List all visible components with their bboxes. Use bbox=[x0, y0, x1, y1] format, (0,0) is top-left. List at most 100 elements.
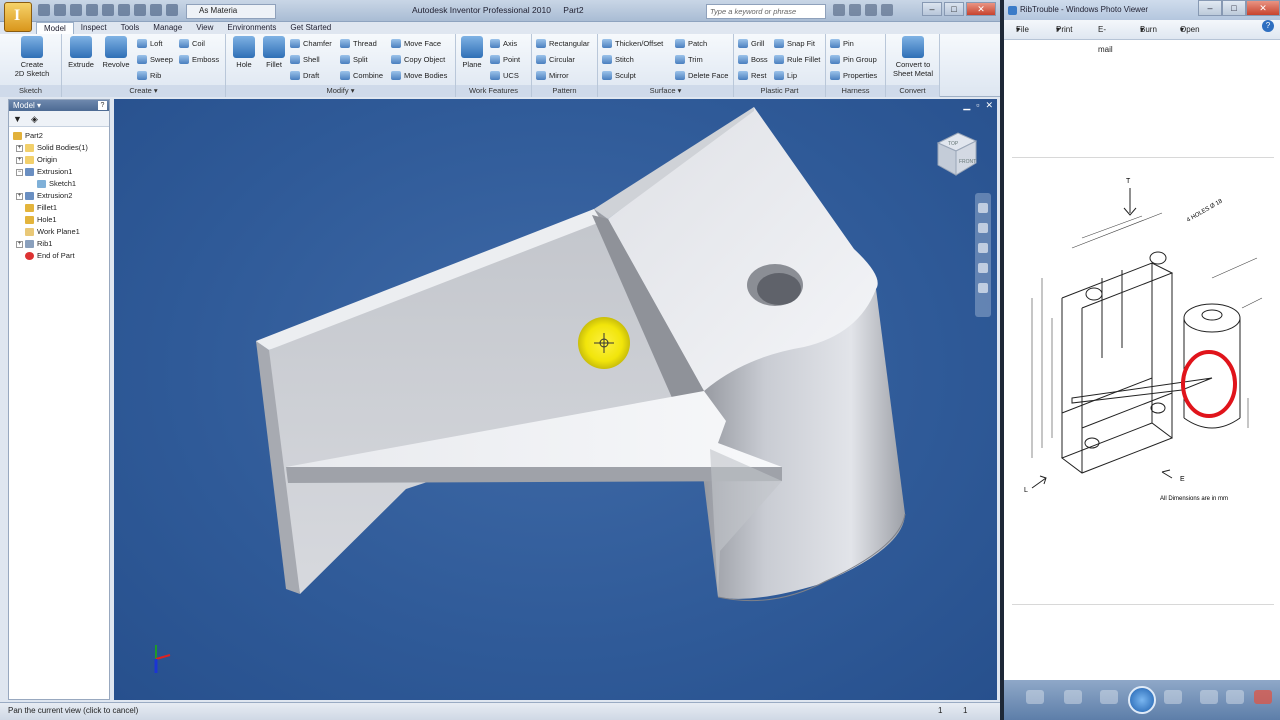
snap-fit-button[interactable]: Snap Fit bbox=[774, 38, 815, 49]
revolve-button[interactable]: Revolve bbox=[100, 36, 132, 69]
home-icon[interactable] bbox=[118, 4, 130, 16]
tree-item[interactable]: + Rib1 bbox=[9, 238, 109, 250]
zoom-icon[interactable] bbox=[1026, 690, 1044, 704]
help-search-input[interactable]: Type a keyword or phrase bbox=[706, 4, 826, 19]
properties-button[interactable]: Properties bbox=[830, 70, 877, 81]
undo-icon[interactable] bbox=[86, 4, 98, 16]
grill-button[interactable]: Grill bbox=[738, 38, 764, 49]
surface-panel-label[interactable]: Surface ▾ bbox=[598, 85, 733, 97]
thread-button[interactable]: Thread bbox=[340, 38, 377, 49]
pv-minimize-button[interactable]: – bbox=[1198, 0, 1222, 16]
pv-maximize-button[interactable]: □ bbox=[1222, 0, 1246, 16]
create-2d-sketch-button[interactable]: Create 2D Sketch bbox=[12, 36, 52, 78]
pan-icon[interactable] bbox=[978, 223, 988, 233]
tree-item[interactable]: + Extrusion2 bbox=[9, 190, 109, 202]
tree-item[interactable]: Hole1 bbox=[9, 214, 109, 226]
steering-wheel-icon[interactable] bbox=[978, 203, 988, 213]
select-icon[interactable] bbox=[150, 4, 162, 16]
rest-button[interactable]: Rest bbox=[738, 70, 766, 81]
plane-button[interactable]: Plane bbox=[458, 36, 486, 69]
emboss-button[interactable]: Emboss bbox=[179, 54, 219, 65]
tree-item[interactable]: End of Part bbox=[9, 250, 109, 262]
maximize-button[interactable]: □ bbox=[944, 2, 964, 16]
tree-item[interactable]: + Solid Bodies(1) bbox=[9, 142, 109, 154]
chamfer-button[interactable]: Chamfer bbox=[290, 38, 332, 49]
pin-group-button[interactable]: Pin Group bbox=[830, 54, 877, 65]
viewcube[interactable]: TOP FRONT bbox=[934, 129, 978, 176]
rotate-left-icon[interactable] bbox=[1200, 690, 1218, 704]
move-bodies-button[interactable]: Move Bodies bbox=[391, 70, 447, 81]
look-at-icon[interactable] bbox=[978, 283, 988, 293]
next-icon[interactable] bbox=[1164, 690, 1182, 704]
menu-open[interactable]: Open ▾ bbox=[1180, 20, 1200, 40]
rib-button[interactable]: Rib bbox=[137, 70, 161, 81]
tree-item[interactable]: − Extrusion1 bbox=[9, 166, 109, 178]
pin-button[interactable]: Pin bbox=[830, 38, 854, 49]
update-icon[interactable] bbox=[166, 4, 178, 16]
close-button[interactable]: ✕ bbox=[966, 2, 996, 16]
expand-toggle-icon[interactable]: + bbox=[16, 241, 23, 248]
browser-header[interactable]: Model ▾ ? bbox=[9, 100, 109, 111]
tab-inspect[interactable]: Inspect bbox=[74, 22, 114, 34]
tree-item[interactable]: Fillet1 bbox=[9, 202, 109, 214]
menu-burn[interactable]: Burn ▾ bbox=[1140, 20, 1157, 40]
mirror-button[interactable]: Mirror bbox=[536, 70, 569, 81]
binoculars-icon[interactable]: ◈ bbox=[31, 114, 38, 125]
convert-to-sheet-metal-button[interactable]: Convert to Sheet Metal bbox=[888, 36, 938, 78]
menu-file[interactable]: File ▾ bbox=[1016, 20, 1029, 40]
minimize-button[interactable]: – bbox=[922, 2, 942, 16]
tab-environments[interactable]: Environments bbox=[220, 22, 283, 34]
fillet-button[interactable]: Fillet bbox=[260, 36, 288, 69]
lip-button[interactable]: Lip bbox=[774, 70, 797, 81]
sculpt-button[interactable]: Sculpt bbox=[602, 70, 636, 81]
orbit-icon[interactable] bbox=[978, 263, 988, 273]
filter-icon[interactable]: ▼ bbox=[13, 114, 22, 124]
boss-button[interactable]: Boss bbox=[738, 54, 768, 65]
expand-toggle-icon[interactable]: + bbox=[16, 145, 23, 152]
loft-button[interactable]: Loft bbox=[137, 38, 163, 49]
coil-button[interactable]: Coil bbox=[179, 38, 205, 49]
open-icon[interactable] bbox=[54, 4, 66, 16]
save-icon[interactable] bbox=[70, 4, 82, 16]
application-menu-button[interactable] bbox=[4, 2, 32, 32]
expand-toggle-icon[interactable]: + bbox=[16, 157, 23, 164]
new-icon[interactable] bbox=[38, 4, 50, 16]
favorites-star-icon[interactable] bbox=[865, 4, 877, 16]
tree-item[interactable]: + Origin bbox=[9, 154, 109, 166]
tree-item[interactable]: Part2 bbox=[9, 130, 109, 142]
material-dropdown[interactable]: As Materia bbox=[186, 4, 276, 19]
rotate-right-icon[interactable] bbox=[1226, 690, 1244, 704]
copy-object-button[interactable]: Copy Object bbox=[391, 54, 445, 65]
tree-item[interactable]: Work Plane1 bbox=[9, 226, 109, 238]
actual-size-icon[interactable] bbox=[1064, 690, 1082, 704]
delete-face-button[interactable]: Delete Face bbox=[675, 70, 728, 81]
binoculars-icon[interactable] bbox=[833, 4, 845, 16]
menu-print[interactable]: Print ▾ bbox=[1056, 20, 1072, 40]
tab-model[interactable]: Model bbox=[36, 22, 74, 34]
tab-manage[interactable]: Manage bbox=[146, 22, 189, 34]
extrude-button[interactable]: Extrude bbox=[66, 36, 96, 69]
patch-button[interactable]: Patch bbox=[675, 38, 707, 49]
pv-help-icon[interactable]: ? bbox=[1262, 20, 1274, 32]
delete-icon[interactable] bbox=[1254, 690, 1272, 704]
trim-button[interactable]: Trim bbox=[675, 54, 703, 65]
modify-panel-label[interactable]: Modify ▾ bbox=[226, 85, 455, 97]
move-face-button[interactable]: Move Face bbox=[391, 38, 441, 49]
sweep-button[interactable]: Sweep bbox=[137, 54, 173, 65]
part-model[interactable] bbox=[114, 99, 997, 700]
combine-button[interactable]: Combine bbox=[340, 70, 383, 81]
help-icon[interactable] bbox=[881, 4, 893, 16]
expand-toggle-icon[interactable]: + bbox=[16, 193, 23, 200]
rule-fillet-button[interactable]: Rule Fillet bbox=[774, 54, 820, 65]
split-button[interactable]: Split bbox=[340, 54, 368, 65]
redo-icon[interactable] bbox=[102, 4, 114, 16]
shell-button[interactable]: Shell bbox=[290, 54, 320, 65]
slideshow-play-icon[interactable] bbox=[1128, 686, 1156, 714]
pv-close-button[interactable]: ✕ bbox=[1246, 0, 1280, 16]
tree-item[interactable]: Sketch1 bbox=[9, 178, 109, 190]
ucs-button[interactable]: UCS bbox=[490, 70, 519, 81]
return-icon[interactable] bbox=[134, 4, 146, 16]
browser-help-icon[interactable]: ? bbox=[98, 101, 107, 110]
tab-get-started[interactable]: Get Started bbox=[283, 22, 338, 34]
zoom-icon[interactable] bbox=[978, 243, 988, 253]
